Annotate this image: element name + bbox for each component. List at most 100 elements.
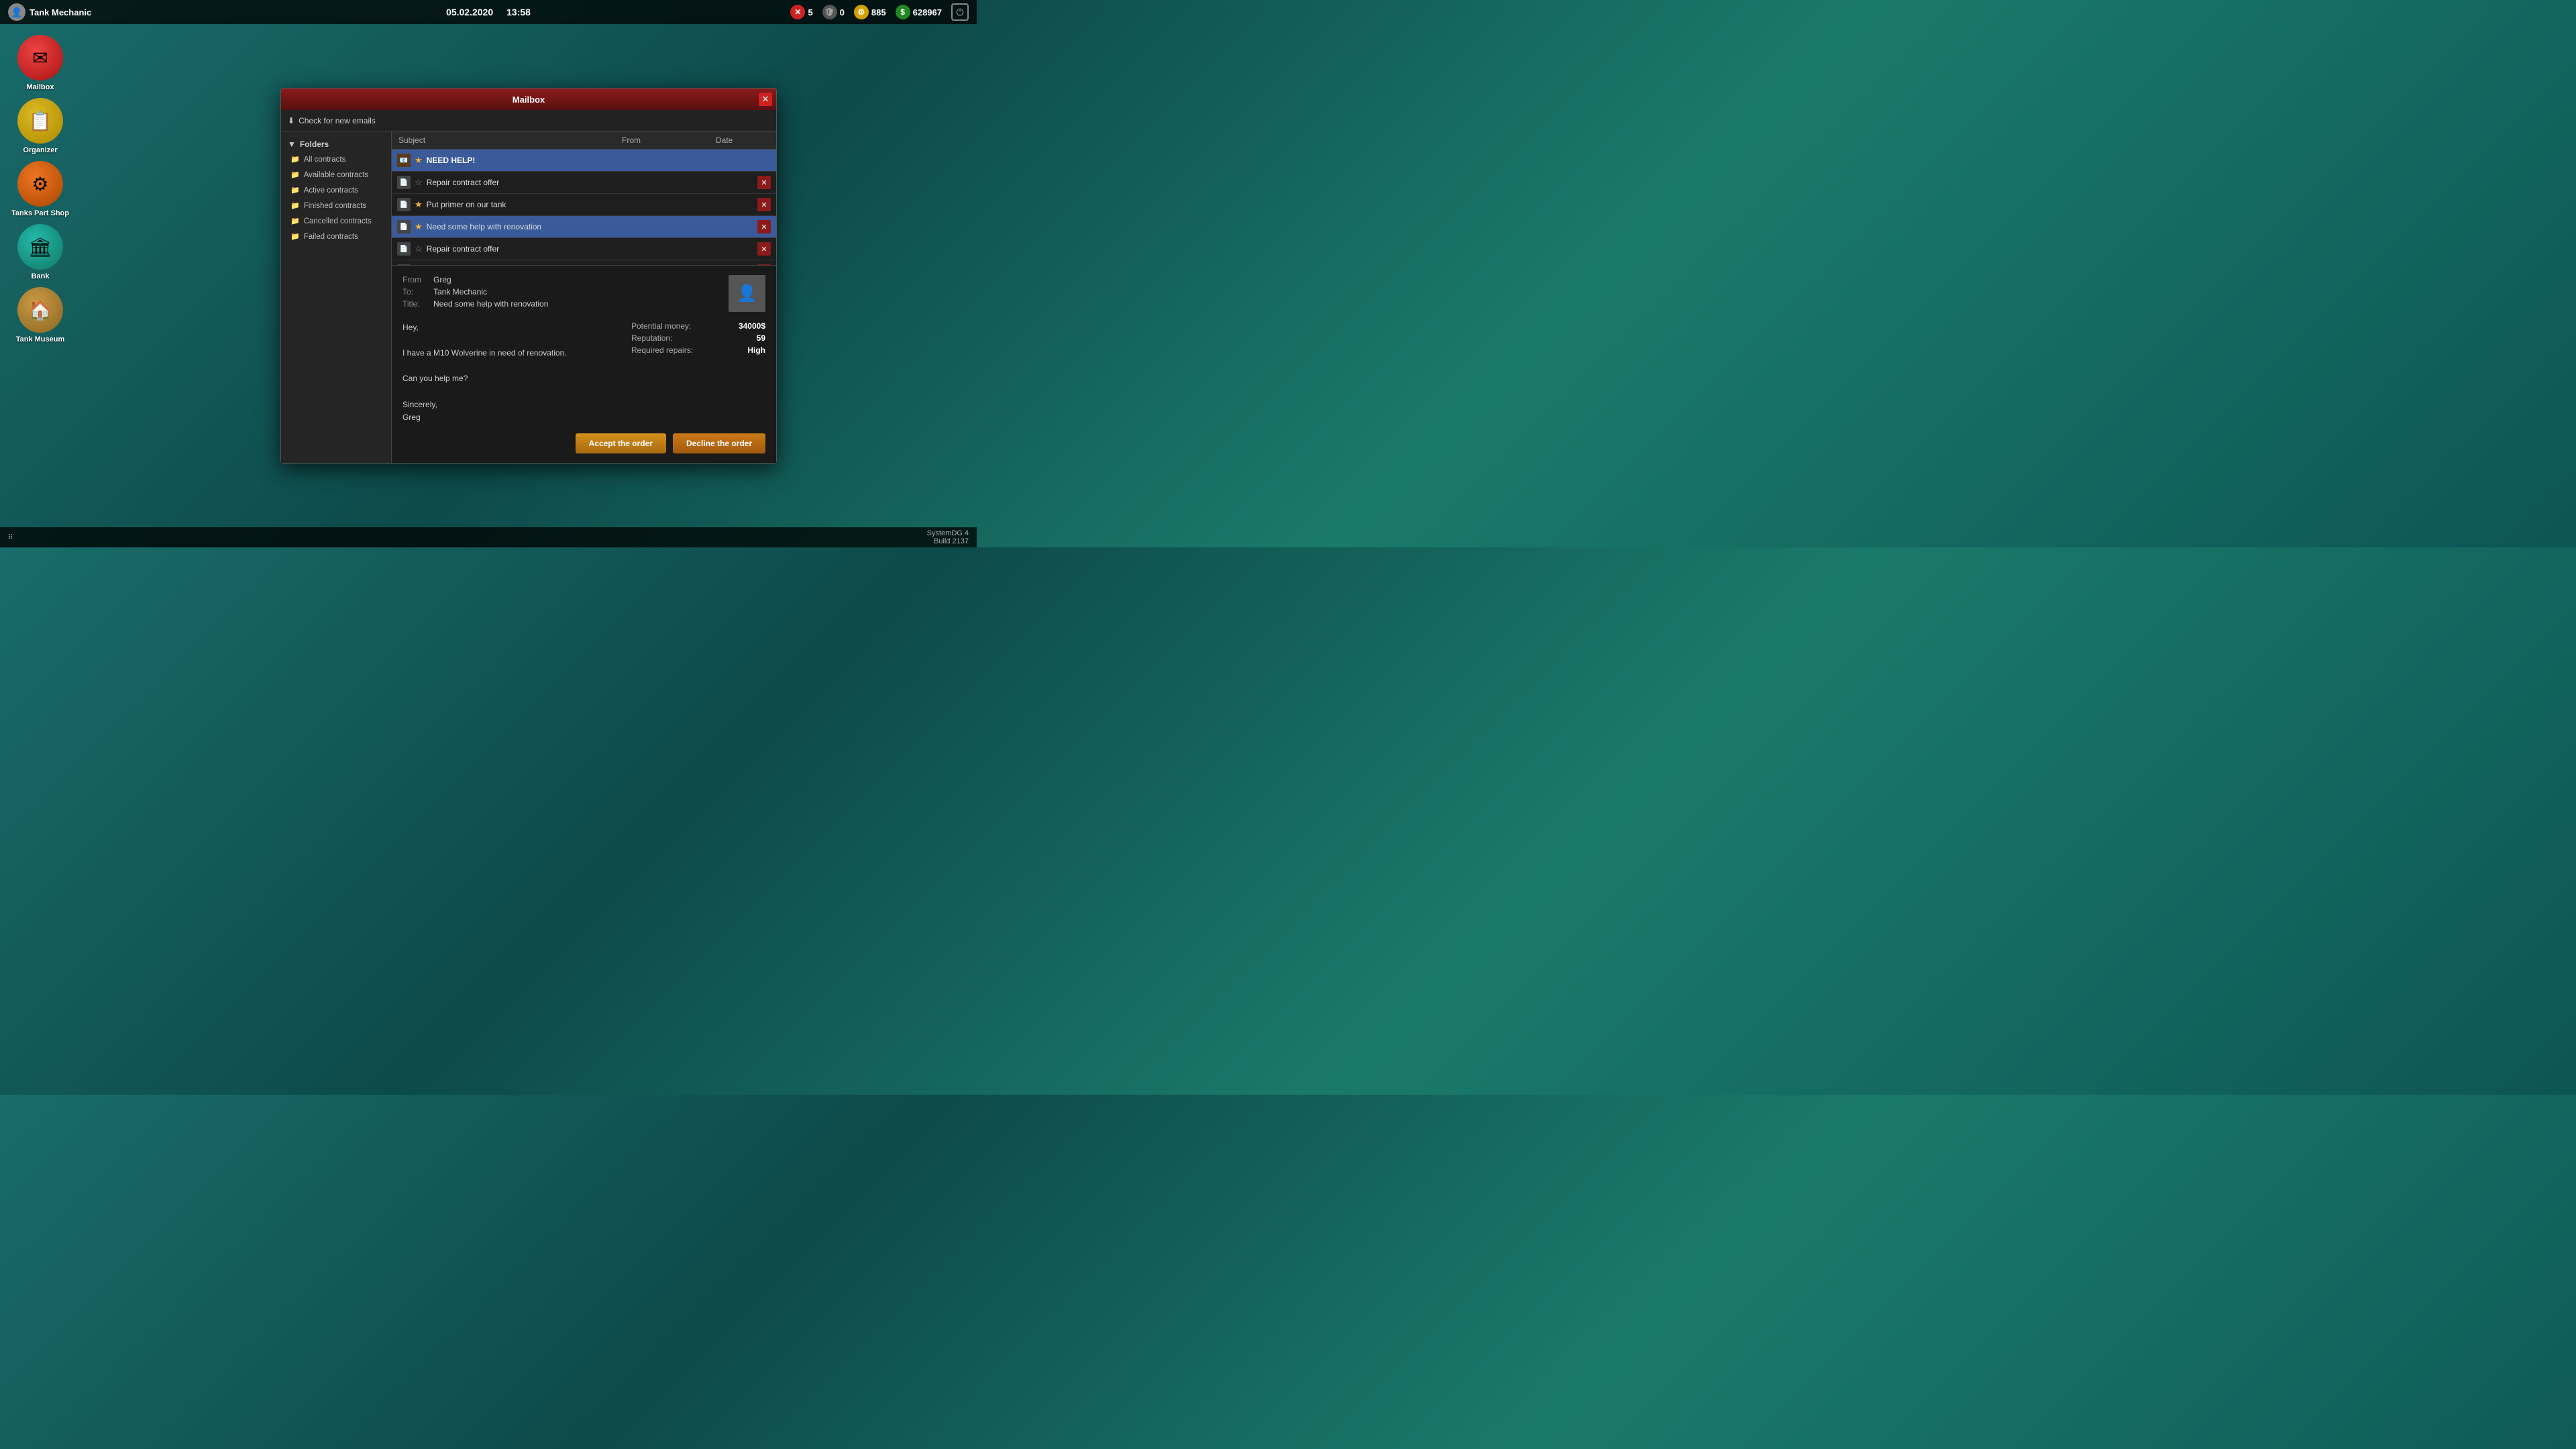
folders-header[interactable]: ▼ Folders	[281, 137, 391, 152]
email-subject-1: NEED HELP!	[427, 156, 771, 165]
coins-icon: ⚙	[854, 5, 869, 19]
modal-overlay: Mailbox ✕ ⬇ Check for new emails ▼ Folde…	[0, 24, 977, 527]
to-value: Tank Mechanic	[433, 287, 487, 297]
stat-money-row: Potential money: 34000$	[631, 321, 765, 331]
stat-money-label: Potential money:	[631, 321, 691, 331]
email-meta-from: From Greg	[402, 275, 548, 284]
email-pane: Subject From Date 📧 ★ NEED HELP! 📄 ☆	[392, 131, 776, 463]
modal-close-button[interactable]: ✕	[759, 93, 772, 106]
decline-order-button[interactable]: Decline the order	[673, 433, 765, 453]
power-button[interactable]: ⏻	[951, 3, 969, 21]
bottombar: ⠿ SystemDG 4Build 2137	[0, 527, 977, 547]
email-body-area: Hey, I have a M10 Wolverine in need of r…	[402, 321, 765, 425]
email-meta-to: To: Tank Mechanic	[402, 287, 548, 297]
folder-label-available-contracts: Available contracts	[304, 171, 368, 179]
coins-value: 885	[871, 7, 886, 17]
folder-label-failed-contracts: Failed contracts	[304, 233, 358, 241]
star-icon-2[interactable]: ☆	[415, 177, 423, 188]
profile-section: 👤 Tank Mechanic	[8, 3, 91, 21]
stat-shield: 🛡 0	[822, 5, 845, 19]
dots-icon: ⠿	[8, 534, 14, 541]
avatar: 👤	[8, 3, 25, 21]
chevron-down-icon: ▼	[288, 140, 296, 149]
body-greeting: Hey,	[402, 321, 621, 334]
email-body-text: Hey, I have a M10 Wolverine in need of r…	[402, 321, 621, 425]
stat-rep-value: 59	[757, 333, 765, 343]
email-delete-button[interactable]: ✕	[757, 242, 771, 256]
title-label: Title:	[402, 299, 429, 309]
folder-failed-contracts[interactable]: 📁 Failed contracts	[281, 229, 391, 244]
col-date-header: Date	[716, 136, 769, 145]
stat-money-value: 34000$	[739, 321, 765, 331]
stat-coins: ⚙ 885	[854, 5, 886, 19]
check-emails-label: Check for new emails	[299, 116, 376, 125]
folder-cancelled-contracts[interactable]: 📁 Cancelled contracts	[281, 213, 391, 229]
col-subject-header: Subject	[398, 136, 622, 145]
email-detail-header: From Greg To: Tank Mechanic Title: Need …	[402, 275, 765, 312]
stat-repairs-value: High	[747, 345, 765, 355]
accept-order-button[interactable]: Accept the order	[576, 433, 666, 453]
email-type-icon: 📧	[397, 154, 411, 167]
star-icon-1[interactable]: ★	[415, 155, 423, 166]
to-label: To:	[402, 287, 429, 297]
body-name: Greg	[402, 411, 621, 424]
topbar: 👤 Tank Mechanic 05.02.2020 13:58 ✕ 5 🛡 0…	[0, 0, 977, 24]
stat-rep-label: Reputation:	[631, 333, 672, 343]
folder-label-all-contracts: All contracts	[304, 156, 346, 164]
modal-toolbar: ⬇ Check for new emails	[281, 110, 776, 131]
email-row[interactable]: 📄 ★ Put primer on our tank ✕	[392, 194, 776, 216]
folders-header-label: Folders	[300, 140, 329, 149]
folder-available-contracts[interactable]: 📁 Available contracts	[281, 167, 391, 182]
email-list-header: Subject From Date	[392, 131, 776, 150]
from-label: From	[402, 275, 429, 284]
body-line3: Can you help me?	[402, 372, 621, 385]
folder-active-contracts[interactable]: 📁 Active contracts	[281, 182, 391, 198]
stat-repairs-label: Required repairs:	[631, 345, 693, 355]
email-delete-button[interactable]: ✕	[757, 264, 771, 265]
email-subject-4: Need some help with renovation	[427, 222, 755, 231]
money-value: 628967	[913, 7, 942, 17]
folder-icon-finished: 📁	[290, 201, 300, 210]
email-row[interactable]: 📧 ★ NEED HELP!	[392, 150, 776, 172]
download-icon: ⬇	[288, 116, 294, 125]
folder-icon-failed: 📁	[290, 232, 300, 241]
stat-money: $ 628967	[896, 5, 942, 19]
modal-titlebar: Mailbox ✕	[281, 89, 776, 110]
stat-repairs-row: Required repairs: High	[631, 345, 765, 355]
folder-pane: ▼ Folders 📁 All contracts 📁 Available co…	[281, 131, 392, 463]
email-delete-button[interactable]: ✕	[757, 198, 771, 211]
system-info: SystemDG 4Build 2137	[927, 529, 969, 545]
shield-icon: 🛡	[822, 5, 837, 19]
email-subject-5: Repair contract offer	[427, 244, 755, 254]
email-row[interactable]: 📄 ★ Need some help with renovation ✕	[392, 216, 776, 238]
stat-rep-row: Reputation: 59	[631, 333, 765, 343]
mailbox-modal: Mailbox ✕ ⬇ Check for new emails ▼ Folde…	[280, 88, 777, 464]
modal-title: Mailbox	[513, 95, 545, 105]
modal-body: ▼ Folders 📁 All contracts 📁 Available co…	[281, 131, 776, 463]
folder-label-finished-contracts: Finished contracts	[304, 202, 366, 210]
money-icon: $	[896, 5, 910, 19]
star-icon-3[interactable]: ★	[415, 199, 423, 210]
email-row[interactable]: 📄 ☆ Repair contract offer ✕	[392, 238, 776, 260]
email-row[interactable]: 📄 ☆ Need some help with renovation ✕	[392, 260, 776, 265]
email-type-icon: 📄	[397, 242, 411, 256]
topbar-date: 05.02.2020	[446, 7, 493, 17]
email-type-icon: 📄	[397, 198, 411, 211]
body-sign: Sincerely,	[402, 398, 621, 411]
from-value: Greg	[433, 275, 451, 284]
email-type-icon: 📄	[397, 220, 411, 233]
alert-icon: ✕	[790, 5, 805, 19]
check-emails-button[interactable]: ⬇ Check for new emails	[288, 116, 376, 125]
folder-finished-contracts[interactable]: 📁 Finished contracts	[281, 198, 391, 213]
folder-all-contracts[interactable]: 📁 All contracts	[281, 152, 391, 167]
folder-icon-all: 📁	[290, 155, 300, 164]
email-row[interactable]: 📄 ☆ Repair contract offer ✕	[392, 172, 776, 194]
avatar-container: 👤 ☆	[729, 275, 765, 312]
star-icon-5[interactable]: ☆	[415, 244, 423, 254]
email-delete-button[interactable]: ✕	[757, 220, 771, 233]
email-list: 📧 ★ NEED HELP! 📄 ☆ Repair contract offer…	[392, 150, 776, 265]
email-delete-button[interactable]: ✕	[757, 176, 771, 189]
star-icon-4[interactable]: ★	[415, 221, 423, 232]
alert-value: 5	[808, 7, 812, 17]
shield-value: 0	[840, 7, 845, 17]
